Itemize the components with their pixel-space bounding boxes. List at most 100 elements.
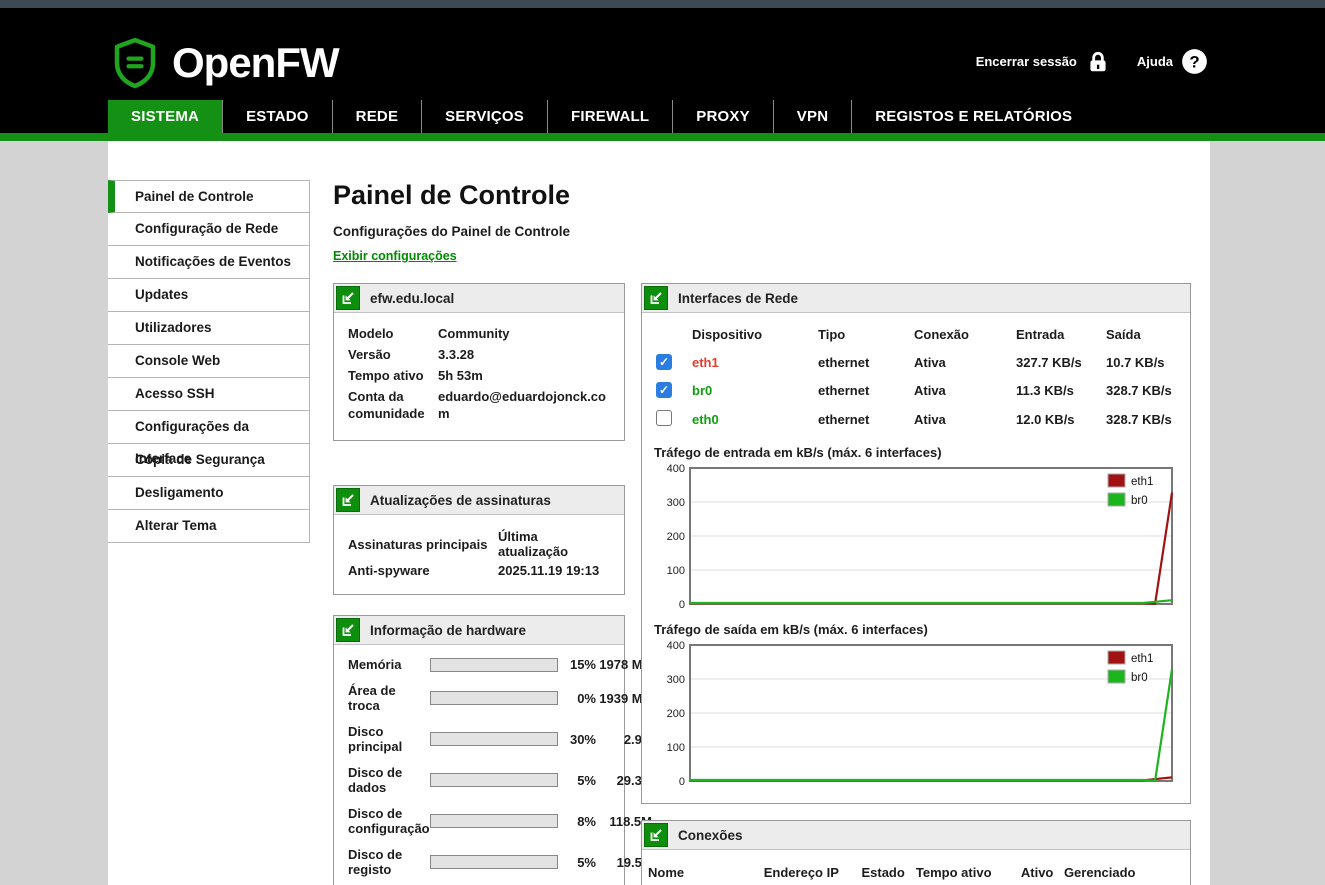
interface-checkbox[interactable]: ✓ [656,382,672,398]
signatures-panel-header: Atualizações de assinaturas [334,486,624,515]
hardware-row-config-disk: Disco de configuração 8% 118.5M [348,806,610,836]
traffic-in-chart: 0 100 200 300 400 eth1 br0 [654,462,1182,614]
nav-tab-estado[interactable]: ESTADO [222,100,332,133]
nav-tab-firewall[interactable]: FIREWALL [547,100,672,133]
logout-button[interactable]: Encerrar sessão [976,49,1111,75]
connections-panel-title: Conexões [678,828,743,843]
signatures-panel: Atualizações de assinaturas Assinaturas … [333,485,625,595]
device-name: br0 [692,378,818,406]
progress-bar [430,855,558,869]
logo-text: OpenFW [172,39,339,87]
top-strip [0,0,1325,8]
svg-text:100: 100 [667,565,685,577]
svg-text:400: 400 [667,640,685,652]
nav-tab-registos[interactable]: REGISTOS E RELATÓRIOS [851,100,1095,133]
signatures-col2: Última atualização [498,527,610,561]
hardware-panel-header: Informação de hardware [334,616,624,645]
sidebar-item-desligamento[interactable]: Desligamento [108,477,310,510]
svg-text:eth1: eth1 [1131,476,1153,488]
hardware-row-log-disk: Disco de registo 5% 19.5G [348,847,610,877]
system-row: Modelo Community [348,325,610,342]
page-subtitle: Configurações do Painel de Controle [333,224,1191,239]
shield-logo-icon [108,36,162,90]
sidebar-item-copia-de-seguranca[interactable]: Cópia de Segurança [108,444,310,477]
header-actions: Encerrar sessão Ajuda ? [976,48,1208,75]
hardware-row-data-disk: Disco de dados 5% 29.3G [348,765,610,795]
sidebar-item-alterar-tema[interactable]: Alterar Tema [108,510,310,543]
sidebar-item-notificacoes-de-eventos[interactable]: Notificações de Eventos [108,246,310,279]
system-panel: efw.edu.local Modelo Community Versão 3.… [333,283,625,441]
interfaces-panel: Interfaces de Rede Dispositivo Tipo Cone… [641,283,1191,804]
connections-panel: Conexões Nome Endereço IP Estado Tempo a… [641,820,1191,885]
sidebar-item-painel-de-controle[interactable]: Painel de Controle [108,180,310,213]
device-name: eth0 [692,406,818,437]
system-panel-title: efw.edu.local [370,291,454,306]
interface-checkbox[interactable]: ✓ [656,354,672,370]
sidebar-item-console-web[interactable]: Console Web [108,345,310,378]
svg-text:200: 200 [667,531,685,543]
logout-label: Encerrar sessão [976,54,1077,69]
collapse-panel-icon[interactable] [644,286,668,310]
nav-tab-servicos[interactable]: SERVIÇOS [421,100,547,133]
interfaces-panel-title: Interfaces de Rede [678,291,798,306]
hardware-row-main-disk: Disco principal 30% 2.9G [348,724,610,754]
sidebar-item-configuracao-de-rede[interactable]: Configuração de Rede [108,213,310,246]
collapse-panel-icon[interactable] [644,823,668,847]
nav-tab-proxy[interactable]: PROXY [672,100,773,133]
page-title: Painel de Controle [333,180,1191,211]
svg-text:100: 100 [667,742,685,754]
accent-bar [0,133,1325,141]
hardware-row-swap: Área de troca 0% 1939 MB [348,683,610,713]
collapse-panel-icon[interactable] [336,488,360,512]
interface-checkbox[interactable]: ✓ [656,410,672,426]
help-label: Ajuda [1137,54,1173,69]
sidebar: Painel de Controle Configuração de Rede … [108,180,310,885]
progress-bar [430,773,558,787]
collapse-panel-icon[interactable] [336,286,360,310]
collapse-panel-icon[interactable] [336,618,360,642]
nav-tab-rede[interactable]: REDE [332,100,421,133]
connections-table: Nome Endereço IP Estado Tempo ativo Ativ… [648,862,1182,885]
traffic-out-chart: 0 100 200 300 400 eth1 br0 [654,639,1182,791]
svg-text:eth1: eth1 [1131,653,1153,665]
sidebar-item-utilizadores[interactable]: Utilizadores [108,312,310,345]
hardware-row-memory: Memória 15% 1978 MB [348,657,610,672]
svg-text:0: 0 [679,599,685,611]
svg-text:?: ? [1189,52,1199,71]
svg-text:0: 0 [679,776,685,788]
progress-bar [430,658,558,672]
app-logo: OpenFW [108,36,339,90]
table-row-eth0: ✓ eth0 ethernet Ativa 12.0 KB/s 328.7 KB… [644,406,1182,437]
table-row-eth1: ✓ eth1 ethernet Ativa 327.7 KB/s 10.7 KB… [644,350,1182,378]
interfaces-table: Dispositivo Tipo Conexão Entrada Saída ✓… [644,323,1182,437]
app-header: OpenFW Encerrar sessão Ajuda ? SISTEMA E… [0,8,1325,133]
signatures-panel-title: Atualizações de assinaturas [370,493,551,508]
content-wrapper: Painel de Controle Configuração de Rede … [108,141,1210,885]
sidebar-item-updates[interactable]: Updates [108,279,310,312]
progress-bar [430,732,558,746]
sidebar-item-configuracoes-da-interface[interactable]: Configurações da Interface [108,411,310,444]
traffic-out-chart-title: Tráfego de saída em kB/s (máx. 6 interfa… [654,622,1182,637]
system-row: Versão 3.3.28 [348,346,610,363]
svg-text:200: 200 [667,708,685,720]
system-row: Conta da comunidade eduardo@eduardojonck… [348,388,610,422]
svg-text:br0: br0 [1131,495,1148,507]
main-nav: SISTEMA ESTADO REDE SERVIÇOS FIREWALL PR… [108,100,1095,133]
nav-tab-sistema[interactable]: SISTEMA [108,100,222,133]
help-button[interactable]: Ajuda ? [1137,48,1208,75]
svg-text:300: 300 [667,497,685,509]
progress-bar [430,691,558,705]
interfaces-panel-header: Interfaces de Rede [642,284,1190,313]
system-row: Tempo ativo 5h 53m [348,367,610,384]
show-settings-link[interactable]: Exibir configurações [333,249,457,263]
sidebar-item-acesso-ssh[interactable]: Acesso SSH [108,378,310,411]
system-panel-header: efw.edu.local [334,284,624,313]
signatures-table: Assinaturas principais Última atualizaçã… [348,527,610,580]
lock-icon[interactable] [1085,49,1111,75]
hardware-panel-title: Informação de hardware [370,623,526,638]
svg-text:300: 300 [667,674,685,686]
svg-text:br0: br0 [1131,672,1148,684]
help-icon[interactable]: ? [1181,48,1208,75]
nav-tab-vpn[interactable]: VPN [773,100,851,133]
svg-text:400: 400 [667,463,685,475]
